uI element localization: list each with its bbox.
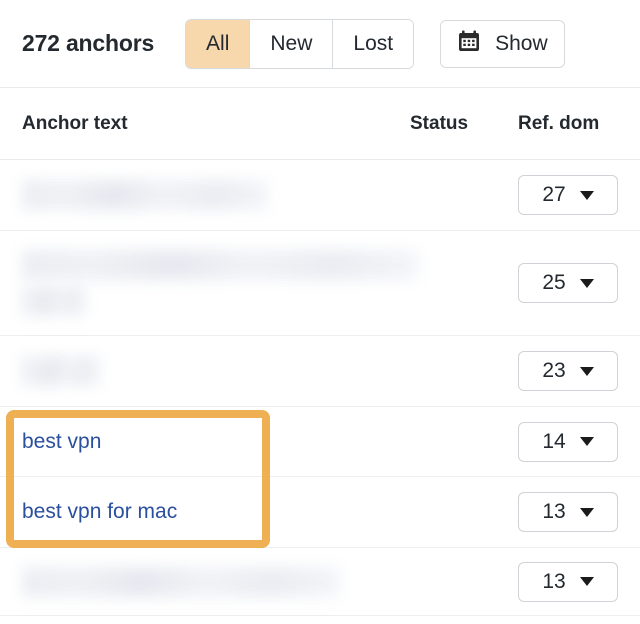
chevron-down-icon [579, 507, 594, 517]
date-range-button-label: Show [495, 31, 548, 55]
table-header-row: Anchor text Status Ref. dom [0, 88, 640, 160]
cell-ref-domains: 13 [518, 492, 640, 532]
table-row[interactable]: 13 [0, 548, 640, 616]
redacted-anchor-text [22, 180, 268, 210]
redacted-anchor-text [22, 356, 100, 386]
cell-anchor-text[interactable] [0, 180, 410, 210]
cell-anchor-text[interactable] [0, 250, 418, 316]
cell-ref-domains: 13 [518, 561, 640, 602]
chevron-down-icon [579, 278, 594, 288]
cell-ref-domains: 14 [518, 421, 640, 462]
anchor-text-link[interactable]: best vpn [22, 430, 410, 454]
chevron-down-icon [579, 190, 594, 200]
ref-domains-dropdown[interactable]: 14 [518, 421, 618, 462]
chevron-down-icon [579, 366, 594, 376]
cell-ref-domains: 27 [518, 175, 640, 215]
column-header-status[interactable]: Status [410, 113, 518, 135]
ref-domains-value: 27 [542, 183, 566, 206]
ref-domains-dropdown[interactable]: 23 [518, 351, 618, 391]
chevron-down-icon [579, 577, 594, 586]
ref-domains-value: 25 [542, 271, 566, 294]
cell-anchor-text[interactable]: best vpn for mac [0, 500, 410, 524]
chevron-down-icon [579, 437, 594, 446]
filter-button-all[interactable]: All [186, 19, 251, 68]
calendar-icon [457, 29, 481, 59]
ref-domains-value: 13 [542, 500, 566, 523]
ref-domains-dropdown[interactable]: 25 [518, 263, 618, 303]
cell-anchor-text[interactable] [0, 566, 410, 597]
date-range-button[interactable]: Show [440, 19, 565, 68]
anchor-text-link[interactable]: best vpn for mac [22, 500, 410, 524]
redacted-anchor-text [22, 286, 86, 316]
column-header-anchor-text[interactable]: Anchor text [0, 113, 410, 135]
filter-button-lost[interactable]: Lost [333, 19, 414, 68]
toolbar: 272 anchors All New Lost Show [0, 0, 640, 88]
table-row[interactable]: best vpn 14 [0, 407, 640, 477]
ref-domains-value: 23 [542, 359, 566, 382]
filter-button-new[interactable]: New [250, 19, 334, 68]
anchors-count-label: 272 anchors [22, 30, 155, 56]
cell-ref-domains: 23 [518, 351, 640, 391]
column-header-ref-domains[interactable]: Ref. dom [518, 113, 640, 135]
table-row[interactable]: 27 [0, 160, 640, 231]
ref-domains-dropdown[interactable]: 13 [518, 492, 618, 532]
ref-domains-value: 13 [542, 569, 566, 593]
table-row[interactable]: best vpn for mac 13 [0, 477, 640, 548]
cell-anchor-text[interactable]: best vpn [0, 430, 410, 454]
cell-ref-domains: 25 [518, 263, 640, 303]
table-row[interactable]: 23 [0, 336, 640, 407]
anchors-table: Anchor text Status Ref. dom 27 25 23 bes… [0, 88, 640, 616]
redacted-anchor-text [22, 250, 418, 280]
cell-anchor-text[interactable] [0, 356, 410, 386]
anchor-filter-segmented-control[interactable]: All New Lost [185, 18, 415, 69]
ref-domains-dropdown[interactable]: 27 [518, 175, 618, 215]
redacted-anchor-text [22, 566, 340, 597]
table-row[interactable]: 25 [0, 231, 640, 336]
ref-domains-dropdown[interactable]: 13 [518, 561, 618, 602]
ref-domains-value: 14 [542, 429, 566, 453]
